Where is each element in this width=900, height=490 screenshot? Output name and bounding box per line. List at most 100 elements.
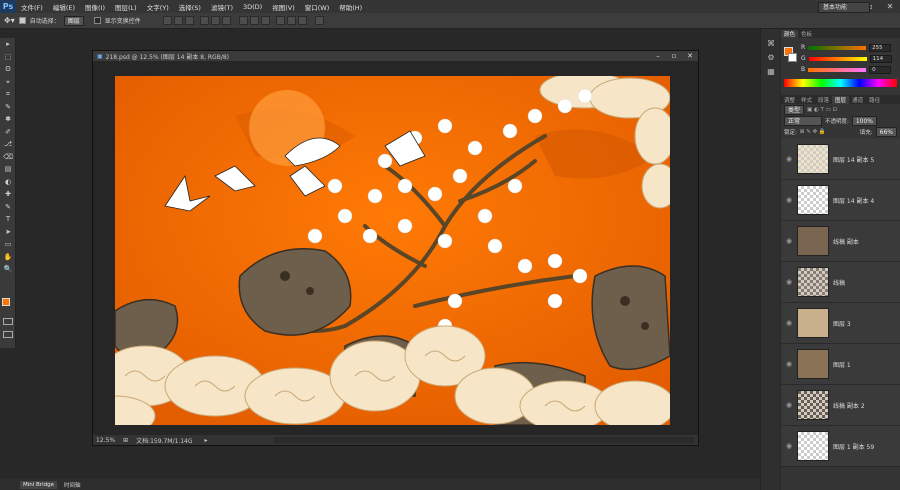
workspace-dropdown[interactable]: 基本功能 xyxy=(818,2,870,13)
visibility-eye-icon[interactable]: ◉ xyxy=(785,278,793,286)
auto-align-icon[interactable] xyxy=(314,16,324,25)
layer-row[interactable]: ◉ 线稿 副本 xyxy=(781,221,900,262)
menu-image[interactable]: 图像(I) xyxy=(80,2,110,12)
visibility-eye-icon[interactable]: ◉ xyxy=(785,237,793,245)
pen-tool-icon[interactable]: ✚ xyxy=(0,188,16,201)
distribute-bottom-icon[interactable] xyxy=(260,16,270,25)
layer-row[interactable]: ◉ 线稿 xyxy=(781,262,900,303)
menu-file[interactable]: 文件(F) xyxy=(16,2,48,12)
dodge-tool-icon[interactable]: ◐ xyxy=(0,176,16,189)
tab-color[interactable]: 颜色 xyxy=(781,29,799,38)
blend-mode-dropdown[interactable]: 正常 xyxy=(784,115,822,126)
quick-select-tool-icon[interactable]: ⌖ xyxy=(0,76,16,89)
distribute-right-icon[interactable] xyxy=(297,16,307,25)
distribute-vcenter-icon[interactable] xyxy=(249,16,259,25)
tab-layers[interactable]: 图层 xyxy=(832,95,850,104)
menu-edit[interactable]: 编辑(E) xyxy=(48,2,80,12)
artwork-canvas[interactable] xyxy=(115,76,670,425)
align-top-icon[interactable] xyxy=(162,16,172,25)
move-tool-icon[interactable]: ▸ xyxy=(0,38,16,51)
blue-slider[interactable] xyxy=(808,67,867,72)
marquee-tool-icon[interactable]: ⬚ xyxy=(0,51,16,64)
foreground-color-swatch[interactable] xyxy=(2,298,10,306)
align-right-icon[interactable] xyxy=(221,16,231,25)
layer-row[interactable]: ◉ 图层 1 xyxy=(781,344,900,385)
tab-styles[interactable]: 样式 xyxy=(798,96,815,104)
doc-minimize-button[interactable]: – xyxy=(650,52,666,60)
tab-adjustments[interactable]: 调整 xyxy=(781,96,798,104)
green-slider[interactable] xyxy=(808,56,867,61)
brush-tool-icon[interactable]: ✐ xyxy=(0,126,16,139)
close-button[interactable]: ✕ xyxy=(880,0,900,13)
red-value-field[interactable]: 255 xyxy=(869,43,892,52)
path-select-tool-icon[interactable]: ➤ xyxy=(0,226,16,239)
visibility-eye-icon[interactable]: ◉ xyxy=(785,360,793,368)
tab-swatches[interactable]: 色板 xyxy=(798,30,815,38)
auto-select-dropdown[interactable]: 图层 xyxy=(63,15,84,26)
gradient-tool-icon[interactable]: ▤ xyxy=(0,163,16,176)
tab-paragraph[interactable]: 段落 xyxy=(815,96,832,104)
align-hcenter-icon[interactable] xyxy=(210,16,220,25)
doc-close-button[interactable]: ✕ xyxy=(682,52,698,60)
layer-row[interactable]: ◉ 图层 3 xyxy=(781,303,900,344)
menu-filter[interactable]: 滤镜(T) xyxy=(206,2,238,12)
zoom-tool-icon[interactable]: 🔍 xyxy=(0,263,16,276)
crop-tool-icon[interactable]: ⌗ xyxy=(0,88,16,101)
fill-field[interactable]: 66% xyxy=(875,126,897,137)
menu-window[interactable]: 窗口(W) xyxy=(300,2,335,12)
eyedropper-tool-icon[interactable]: ✎ xyxy=(0,101,16,114)
history-icon[interactable]: ⌘ xyxy=(761,37,781,51)
brush-presets-icon[interactable]: ▦ xyxy=(761,65,781,79)
layer-row[interactable]: ◉ 图层 14 副本 4 xyxy=(781,180,900,221)
filter-icons[interactable]: ▣ ◐ T ▭ ⊡ xyxy=(807,107,837,113)
tab-timeline[interactable]: 时间轴 xyxy=(61,480,84,490)
lock-icons[interactable]: ⊠ ✎ ✥ 🔒 xyxy=(800,129,826,135)
layer-kind-dropdown[interactable]: 类型 xyxy=(784,104,805,115)
red-slider[interactable] xyxy=(808,45,867,50)
blue-value-field[interactable]: 0 xyxy=(869,65,892,74)
align-left-icon[interactable] xyxy=(199,16,209,25)
tab-mini-bridge[interactable]: Mini Bridge xyxy=(20,480,57,489)
align-bottom-icon[interactable] xyxy=(184,16,194,25)
type-tool-icon[interactable]: T xyxy=(0,213,16,226)
show-transform-checkbox[interactable] xyxy=(93,17,101,24)
visibility-eye-icon[interactable]: ◉ xyxy=(785,442,793,450)
tab-paths[interactable]: 路径 xyxy=(866,96,883,104)
menu-type[interactable]: 文字(Y) xyxy=(142,2,174,12)
color-bg-swatch[interactable] xyxy=(788,53,797,62)
menu-help[interactable]: 帮助(H) xyxy=(334,2,367,12)
menu-3d[interactable]: 3D(D) xyxy=(238,3,267,11)
visibility-eye-icon[interactable]: ◉ xyxy=(785,319,793,327)
quick-mask-icon[interactable] xyxy=(3,318,13,325)
pencil-tool-icon[interactable]: ✎ xyxy=(0,201,16,214)
layer-row[interactable]: ◉ 线稿 副本 2 xyxy=(781,385,900,426)
move-tool-icon[interactable]: ✥▾ xyxy=(4,16,15,25)
color-spectrum[interactable] xyxy=(784,79,897,87)
visibility-eye-icon[interactable]: ◉ xyxy=(785,196,793,204)
screen-mode-icon[interactable] xyxy=(3,331,13,338)
menu-layer[interactable]: 图层(L) xyxy=(110,2,142,12)
doc-maximize-button[interactable]: ▫ xyxy=(666,52,682,60)
layer-row[interactable]: ◉ 图层 1 副本 59 xyxy=(781,426,900,467)
eraser-tool-icon[interactable]: ⌫ xyxy=(0,151,16,164)
menu-view[interactable]: 视图(V) xyxy=(267,2,300,12)
distribute-hcenter-icon[interactable] xyxy=(286,16,296,25)
auto-select-checkbox[interactable] xyxy=(18,17,26,24)
status-arrow-icon[interactable]: ▸ xyxy=(205,437,208,444)
distribute-left-icon[interactable] xyxy=(275,16,285,25)
layer-row[interactable]: ◉ 图层 14 副本 5 xyxy=(781,139,900,180)
menu-select[interactable]: 选择(S) xyxy=(174,2,206,12)
opacity-field[interactable]: 100% xyxy=(851,115,878,126)
green-value-field[interactable]: 114 xyxy=(869,54,892,63)
rectangle-tool-icon[interactable]: ▭ xyxy=(0,238,16,251)
hand-tool-icon[interactable]: ✋ xyxy=(0,251,16,264)
healing-tool-icon[interactable]: ✱ xyxy=(0,113,16,126)
lasso-tool-icon[interactable]: ʘ xyxy=(0,63,16,76)
zoom-level[interactable]: 12.5% xyxy=(96,437,115,444)
clone-stamp-tool-icon[interactable]: ⎇ xyxy=(0,138,16,151)
align-vcenter-icon[interactable] xyxy=(173,16,183,25)
horizontal-scrollbar[interactable] xyxy=(274,437,694,443)
tab-channels[interactable]: 通道 xyxy=(849,96,866,104)
properties-icon[interactable]: ⚙ xyxy=(761,51,781,65)
visibility-eye-icon[interactable]: ◉ xyxy=(785,155,793,163)
